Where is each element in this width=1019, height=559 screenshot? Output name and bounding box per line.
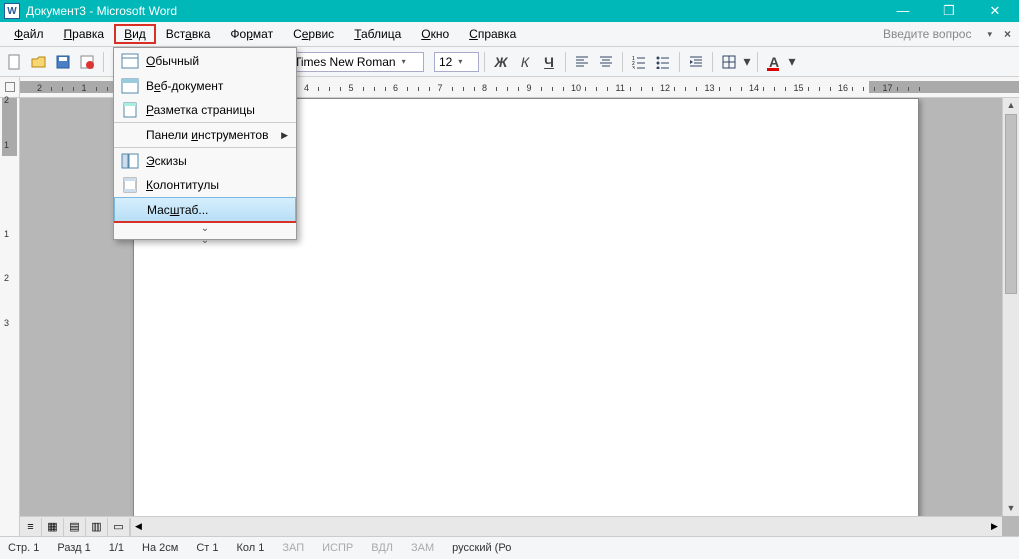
borders-dropdown[interactable]: ▾ bbox=[742, 51, 752, 73]
scroll-left-arrow[interactable]: ◀ bbox=[131, 521, 146, 532]
menu-help[interactable]: Справка bbox=[459, 24, 526, 44]
italic-button[interactable]: К bbox=[514, 51, 536, 73]
view-dropdown-menu: Обычный Веб-документ Разметка страницы П… bbox=[113, 47, 297, 240]
bullet-list-button[interactable] bbox=[652, 51, 674, 73]
dd-thumbnails[interactable]: Эскизы bbox=[114, 148, 296, 173]
menubar: Файл Правка Вид Вставка Формат Сервис Та… bbox=[0, 22, 1019, 47]
window-controls: — ❐ ✕ bbox=[889, 3, 1009, 19]
blank-icon bbox=[119, 200, 143, 220]
numbered-list-button[interactable]: 123 bbox=[628, 51, 650, 73]
normal-view-icon bbox=[118, 51, 142, 71]
view-mode-buttons: ≡ ▦ ▤ ▥ ▭ bbox=[20, 518, 131, 536]
status-line: Ст 1 bbox=[196, 542, 218, 554]
outline-view-button[interactable]: ▥ bbox=[86, 518, 108, 536]
borders-button[interactable] bbox=[718, 51, 740, 73]
menubar-close-button[interactable]: × bbox=[1000, 27, 1015, 41]
permission-button[interactable] bbox=[76, 51, 98, 73]
status-language: русский (Ро bbox=[452, 542, 511, 554]
menu-file[interactable]: Файл bbox=[4, 24, 54, 44]
vertical-ruler[interactable]: 21123 bbox=[0, 98, 19, 536]
status-column: Кол 1 bbox=[236, 542, 264, 554]
align-center-button[interactable] bbox=[595, 51, 617, 73]
window-title: Документ3 - Microsoft Word bbox=[26, 4, 889, 18]
menu-window[interactable]: Окно bbox=[411, 24, 459, 44]
menu-table[interactable]: Таблица bbox=[344, 24, 411, 44]
font-name-select[interactable]: Times New Roman▾ bbox=[289, 52, 424, 72]
dd-print-layout[interactable]: Разметка страницы bbox=[114, 98, 296, 123]
new-doc-button[interactable] bbox=[4, 51, 26, 73]
scroll-right-arrow[interactable]: ▶ bbox=[987, 521, 1002, 532]
header-footer-icon bbox=[118, 175, 142, 195]
vertical-ruler-column: 21123 bbox=[0, 77, 20, 536]
submenu-arrow-icon: ▶ bbox=[281, 130, 288, 141]
open-button[interactable] bbox=[28, 51, 50, 73]
dd-zoom[interactable]: Масштаб... bbox=[114, 197, 296, 222]
status-track: ИСПР bbox=[322, 542, 353, 554]
status-pages: 1/1 bbox=[109, 542, 124, 554]
print-layout-button[interactable]: ▤ bbox=[64, 518, 86, 536]
menu-insert[interactable]: Вставка bbox=[156, 24, 221, 44]
ruler-corner[interactable] bbox=[0, 77, 19, 98]
status-page: Стр. 1 bbox=[8, 542, 39, 554]
svg-text:1: 1 bbox=[632, 56, 635, 62]
save-button[interactable] bbox=[52, 51, 74, 73]
dd-expand-chevron[interactable]: ⌄⌄ bbox=[114, 223, 296, 239]
bold-button[interactable]: Ж bbox=[490, 51, 512, 73]
vertical-scroll-thumb[interactable] bbox=[1005, 114, 1017, 294]
statusbar: Стр. 1 Разд 1 1/1 На 2см Ст 1 Кол 1 ЗАП … bbox=[0, 536, 1019, 559]
scroll-up-arrow[interactable]: ▲ bbox=[1003, 98, 1019, 113]
indent-button[interactable] bbox=[685, 51, 707, 73]
underline-button[interactable]: Ч bbox=[538, 51, 560, 73]
close-button[interactable]: ✕ bbox=[981, 3, 1009, 19]
web-view-button[interactable]: ▦ bbox=[42, 518, 64, 536]
svg-text:3: 3 bbox=[632, 66, 635, 69]
blank-icon bbox=[118, 125, 142, 145]
menu-service[interactable]: Сервис bbox=[283, 24, 344, 44]
scroll-down-arrow[interactable]: ▼ bbox=[1003, 501, 1019, 516]
font-color-dropdown[interactable]: ▾ bbox=[787, 51, 797, 73]
thumbnails-icon bbox=[118, 151, 142, 171]
svg-text:2: 2 bbox=[632, 61, 635, 67]
help-dropdown-icon[interactable]: ▾ bbox=[987, 29, 992, 40]
maximize-button[interactable]: ❐ bbox=[935, 3, 963, 19]
vertical-scrollbar[interactable]: ▲ ▼ bbox=[1002, 98, 1019, 516]
status-section: Разд 1 bbox=[57, 542, 90, 554]
menu-format[interactable]: Формат bbox=[220, 24, 283, 44]
horizontal-scroll-track[interactable] bbox=[161, 519, 972, 535]
help-search-input[interactable]: Введите вопрос bbox=[883, 27, 972, 41]
status-ext: ВДЛ bbox=[371, 542, 393, 554]
web-layout-icon bbox=[118, 76, 142, 96]
font-color-button[interactable]: A bbox=[763, 51, 785, 73]
dd-web-layout[interactable]: Веб-документ bbox=[114, 73, 296, 98]
app-icon: W bbox=[4, 3, 20, 19]
titlebar: W Документ3 - Microsoft Word — ❐ ✕ bbox=[0, 0, 1019, 22]
dd-header-footer[interactable]: Колонтитулы bbox=[114, 173, 296, 198]
minimize-button[interactable]: — bbox=[889, 3, 917, 19]
dd-toolbars[interactable]: Панели инструментов ▶ bbox=[114, 123, 296, 148]
horizontal-scroll-row: ≡ ▦ ▤ ▥ ▭ ◀ ▶ bbox=[20, 516, 1002, 536]
align-left-button[interactable] bbox=[571, 51, 593, 73]
menu-edit[interactable]: Правка bbox=[54, 24, 115, 44]
font-size-select[interactable]: 12▾ bbox=[434, 52, 479, 72]
reading-view-button[interactable]: ▭ bbox=[108, 518, 130, 536]
status-position: На 2см bbox=[142, 542, 178, 554]
status-ovr: ЗАМ bbox=[411, 542, 434, 554]
menu-view[interactable]: Вид bbox=[114, 24, 156, 44]
dd-normal-view[interactable]: Обычный bbox=[114, 48, 296, 73]
print-layout-icon bbox=[118, 100, 142, 120]
normal-view-button[interactable]: ≡ bbox=[20, 518, 42, 536]
status-rec: ЗАП bbox=[282, 542, 304, 554]
